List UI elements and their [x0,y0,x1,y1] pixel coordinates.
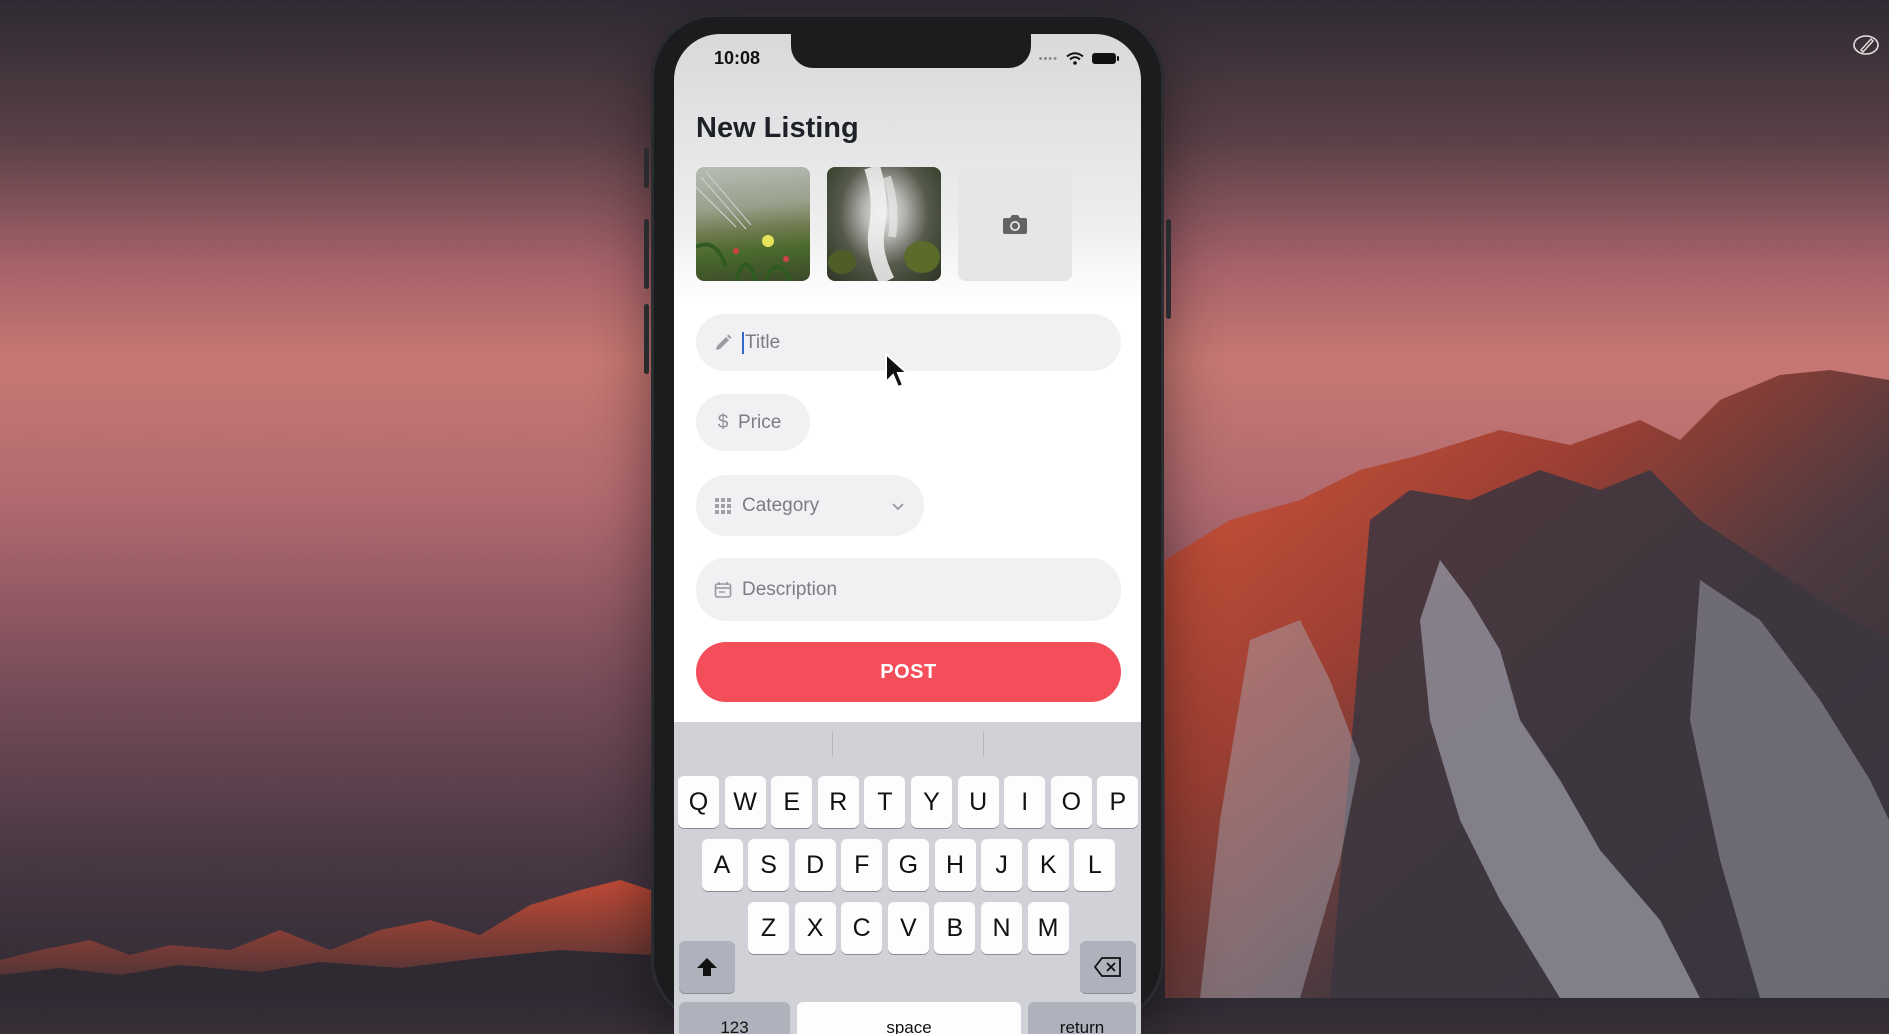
phone-screen: 10:08 •••• New Listing Title $ Price Cat… [674,34,1141,1034]
category-picker[interactable]: Category [696,475,924,536]
key-m[interactable]: M [1027,902,1069,954]
key-i[interactable]: I [1004,776,1046,828]
key-l[interactable]: L [1074,839,1116,891]
page-title: New Listing [696,112,859,144]
description-field[interactable]: Description [696,558,1121,621]
shift-icon [697,958,717,976]
status-icons: •••• [1038,52,1119,65]
grid-icon [712,495,734,517]
numbers-key[interactable]: 123 [679,1002,790,1034]
battery-icon [1092,53,1119,64]
key-d[interactable]: D [794,839,836,891]
add-photo-button[interactable] [958,167,1072,281]
price-field[interactable]: $ Price [696,394,810,451]
key-r[interactable]: R [817,776,859,828]
key-u[interactable]: U [957,776,999,828]
backspace-key[interactable] [1080,941,1136,993]
key-g[interactable]: G [887,839,929,891]
volume-up-button [644,219,649,289]
phone-frame: 10:08 •••• New Listing Title $ Price Cat… [644,14,1171,1034]
key-c[interactable]: C [841,902,883,954]
key-p[interactable]: P [1097,776,1139,828]
power-button [1166,219,1171,319]
photo-thumbnail[interactable] [827,167,941,281]
volume-down-button [644,304,649,374]
text-caret [742,331,744,354]
key-b[interactable]: B [934,902,976,954]
status-time: 10:08 [714,48,761,68]
key-o[interactable]: O [1050,776,1092,828]
key-e[interactable]: E [771,776,813,828]
key-k[interactable]: K [1027,839,1069,891]
key-n[interactable]: N [981,902,1022,954]
key-v[interactable]: V [887,902,929,954]
post-button[interactable]: POST [696,642,1121,702]
backspace-icon [1094,957,1121,977]
mute-switch [644,148,649,188]
calendar-icon [712,579,734,601]
key-y[interactable]: Y [911,776,952,828]
signal-dots-icon: •••• [1038,52,1058,65]
category-placeholder: Category [742,494,820,516]
on-screen-keyboard: QWERTYUIOP ASDFGHJKL ZXCVBNM 123 space ret… [674,722,1141,1034]
space-key[interactable]: space [797,1002,1021,1034]
key-f[interactable]: F [841,839,883,891]
dollar-icon: $ [717,411,729,433]
key-q[interactable]: Q [678,776,719,828]
key-j[interactable]: J [981,839,1023,891]
key-z[interactable]: Z [748,902,789,954]
camera-icon [1003,215,1027,234]
key-t[interactable]: T [864,776,906,828]
description-placeholder: Description [742,578,838,600]
key-s[interactable]: S [748,839,790,891]
mouse-pointer-icon [885,352,910,389]
price-placeholder: Price [738,411,782,433]
key-h[interactable]: H [934,839,976,891]
key-w[interactable]: W [724,776,766,828]
shift-key[interactable] [679,941,735,993]
photo-thumbnail[interactable] [696,167,810,281]
return-key[interactable]: return [1028,1002,1136,1034]
chevron-down-icon [892,498,904,514]
wifi-icon [1066,52,1084,65]
notch [791,34,1031,68]
predictive-bar [674,722,1141,766]
key-x[interactable]: X [794,902,836,954]
pen-icon[interactable] [1851,30,1881,60]
pencil-icon [712,332,734,354]
key-a[interactable]: A [701,839,743,891]
title-placeholder: Title [745,331,781,353]
